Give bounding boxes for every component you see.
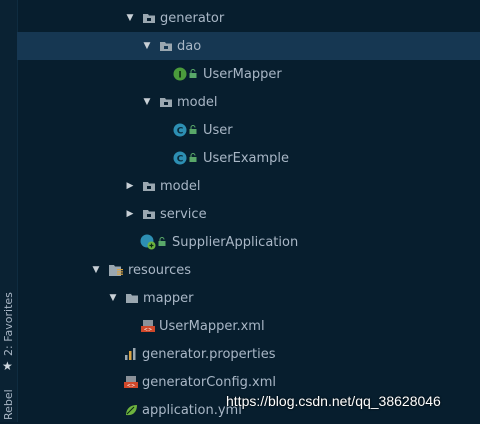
xml-file-icon: <> bbox=[124, 375, 138, 389]
tree-item-usermapper[interactable]: I UserMapper bbox=[17, 60, 480, 88]
star-icon: ★ bbox=[2, 359, 13, 373]
package-icon bbox=[159, 96, 173, 108]
tree-item-resources[interactable]: ▼ resources bbox=[17, 256, 480, 284]
expand-arrow-icon[interactable]: ▼ bbox=[141, 40, 153, 52]
collapse-arrow-icon[interactable]: ▶ bbox=[124, 208, 136, 220]
tree-item-userexample[interactable]: C UserExample bbox=[17, 144, 480, 172]
spring-boot-class-icon bbox=[140, 234, 156, 250]
tree-item-dao[interactable]: ▼ dao bbox=[17, 32, 480, 60]
class-icon: C bbox=[173, 123, 187, 137]
rebel-tab[interactable]: Rebel bbox=[2, 389, 15, 420]
tree-item-model[interactable]: ▼ model bbox=[17, 88, 480, 116]
tree-item-service[interactable]: ▶ service bbox=[17, 200, 480, 228]
tree-item-label: generator.properties bbox=[142, 346, 276, 362]
svg-text:C: C bbox=[177, 155, 184, 165]
folder-icon bbox=[125, 292, 139, 304]
tree-item-label: mapper bbox=[143, 290, 194, 306]
tree-item-label: service bbox=[160, 206, 207, 222]
tree-item-label: UserExample bbox=[203, 150, 290, 166]
xml-file-icon: <> bbox=[141, 319, 155, 333]
tree-item-supplierapplication[interactable]: SupplierApplication bbox=[17, 228, 480, 256]
package-icon bbox=[142, 180, 156, 192]
tree-item-label: SupplierApplication bbox=[172, 234, 299, 250]
lock-icon bbox=[158, 235, 166, 250]
tree-item-generatorconfig-xml[interactable]: <> generatorConfig.xml bbox=[17, 368, 480, 396]
tree-item-label: resources bbox=[128, 262, 192, 278]
lock-icon bbox=[189, 67, 197, 82]
svg-text:<>: <> bbox=[144, 327, 152, 333]
tree-item-mapper[interactable]: ▼ mapper bbox=[17, 284, 480, 312]
expand-arrow-icon[interactable]: ▼ bbox=[90, 264, 102, 276]
package-icon bbox=[142, 12, 156, 24]
tree-item-user[interactable]: C User bbox=[17, 116, 480, 144]
package-icon bbox=[159, 40, 173, 52]
yaml-file-icon bbox=[124, 403, 138, 417]
tree-item-label: model bbox=[177, 94, 218, 110]
expand-arrow-icon[interactable]: ▼ bbox=[107, 292, 119, 304]
tree-item-label: UserMapper bbox=[203, 66, 282, 82]
properties-file-icon bbox=[124, 347, 138, 361]
tree-item-generator[interactable]: ▼ generator bbox=[17, 4, 480, 32]
svg-text:C: C bbox=[177, 127, 184, 137]
tree-item-label: dao bbox=[177, 38, 202, 54]
lock-icon bbox=[189, 151, 197, 166]
resources-folder-icon bbox=[108, 264, 124, 277]
tree-item-label: model bbox=[160, 178, 201, 194]
project-tree: ▼ generator ▼ dao I UserMapper ▼ model C bbox=[17, 0, 480, 422]
expand-arrow-icon[interactable]: ▼ bbox=[124, 12, 136, 24]
interface-icon: I bbox=[173, 67, 187, 81]
package-icon bbox=[142, 208, 156, 220]
svg-text:<>: <> bbox=[127, 383, 135, 389]
tree-item-label: generator bbox=[160, 10, 225, 26]
tree-item-label: UserMapper.xml bbox=[159, 318, 265, 334]
tree-item-label: User bbox=[203, 122, 233, 138]
tool-window-rail: 2: Favorites ★ Rebel bbox=[0, 0, 18, 422]
expand-arrow-icon[interactable]: ▼ bbox=[141, 96, 153, 108]
favorites-tab[interactable]: 2: Favorites bbox=[2, 292, 15, 356]
watermark-text: https://blog.csdn.net/qq_38628046 bbox=[226, 393, 441, 409]
tree-item-model[interactable]: ▶ model bbox=[17, 172, 480, 200]
tree-item-usermapper-xml[interactable]: <> UserMapper.xml bbox=[17, 312, 480, 340]
lock-icon bbox=[189, 123, 197, 138]
svg-text:I: I bbox=[178, 71, 181, 81]
class-icon: C bbox=[173, 151, 187, 165]
tree-item-generator-properties[interactable]: generator.properties bbox=[17, 340, 480, 368]
tree-item-label: generatorConfig.xml bbox=[142, 374, 277, 390]
collapse-arrow-icon[interactable]: ▶ bbox=[124, 180, 136, 192]
